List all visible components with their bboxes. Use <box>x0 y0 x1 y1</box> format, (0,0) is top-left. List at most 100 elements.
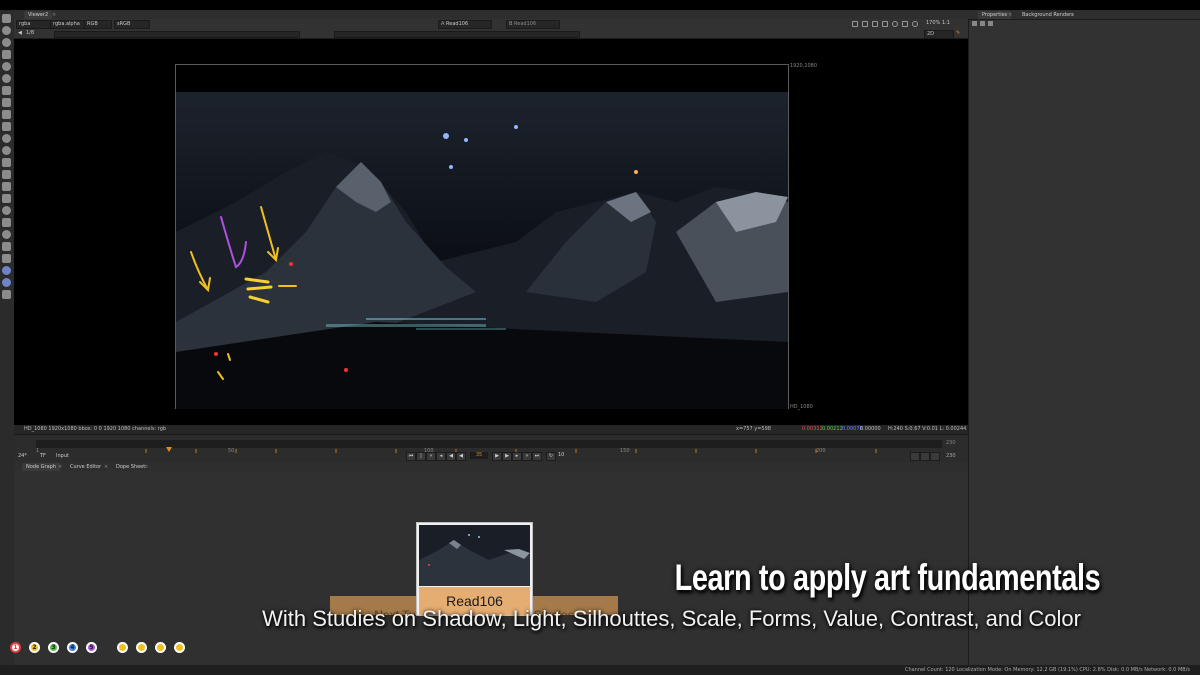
ve-tool-icon[interactable] <box>2 254 11 263</box>
deep-tool-icon[interactable] <box>2 182 11 191</box>
plugin-tool-icon[interactable] <box>2 266 11 275</box>
other-tool-icon[interactable] <box>2 194 11 203</box>
pixel-ratio[interactable]: 1:1 <box>940 20 952 27</box>
air-tool-icon[interactable] <box>2 242 11 251</box>
fwd-increment-icon[interactable]: » <box>522 452 532 461</box>
transform-tool-icon[interactable] <box>2 110 11 119</box>
loop-icon[interactable]: ↻ <box>546 452 556 461</box>
keyer-tool-icon[interactable] <box>2 86 11 95</box>
tf-select[interactable]: TF <box>40 453 46 459</box>
close-icon[interactable]: × <box>52 11 56 19</box>
input-b-label: Read106 <box>514 21 537 27</box>
ofx-tool-icon[interactable] <box>2 230 11 239</box>
float-panel-icon[interactable] <box>988 21 993 26</box>
timeline-track[interactable] <box>36 440 942 453</box>
input-a-select[interactable]: A Read106 <box>438 20 492 29</box>
target-icon[interactable] <box>174 642 185 653</box>
pixel-green-value: 0.00212 <box>822 426 843 432</box>
lut-select[interactable]: sRGB <box>114 20 150 29</box>
pause-icon[interactable] <box>892 21 898 27</box>
rendered-image <box>176 92 788 409</box>
input-range-select[interactable]: Input <box>56 453 69 459</box>
close-icon[interactable]: × <box>58 463 62 471</box>
color-dot-5[interactable]: 5 <box>86 642 97 653</box>
pen-icon[interactable] <box>136 642 147 653</box>
gizmo-tool-icon[interactable] <box>2 278 11 287</box>
clip-icon[interactable] <box>912 21 918 27</box>
tab-background-renders[interactable]: Background Renders <box>1018 11 1078 19</box>
tab-properties[interactable]: Properties <box>978 11 1012 19</box>
close-icon[interactable]: × <box>104 463 108 471</box>
color-dot-4[interactable]: 4 <box>67 642 78 653</box>
format-top-label: 1920,1080 <box>790 63 818 69</box>
skip-end-icon[interactable]: ⏭ <box>532 452 542 461</box>
close-icon[interactable]: × <box>1070 11 1074 19</box>
particles-tool-icon[interactable] <box>2 170 11 179</box>
timeline-end-top: 230 <box>946 440 956 446</box>
timeline-end-frame[interactable]: 230 <box>946 453 956 459</box>
skip-start-icon[interactable]: ⏮ <box>406 452 416 461</box>
channels-select[interactable]: rgba <box>16 20 52 29</box>
back-increment-icon[interactable]: « <box>426 452 436 461</box>
rewind-icon[interactable]: ◀ <box>456 452 466 461</box>
close-icon[interactable]: × <box>1008 11 1012 19</box>
lock-icon[interactable] <box>930 452 940 461</box>
timeline-keyframes <box>145 447 877 453</box>
audio-icon[interactable] <box>920 452 930 461</box>
proxy-icon[interactable] <box>862 21 868 27</box>
alpha-select[interactable]: rgba.alpha <box>50 20 86 29</box>
prev-frame-icon[interactable]: ◀ <box>16 30 24 37</box>
image-tool-icon[interactable] <box>2 14 11 23</box>
play-back-icon[interactable]: ◀ <box>446 452 456 461</box>
close-icon[interactable]: × <box>144 463 148 471</box>
overlay-headline: Learn to apply art fundamentals <box>674 557 1101 598</box>
properties-tab-bar: Properties × Background Renders × <box>968 10 1200 20</box>
time-tool-icon[interactable] <box>2 38 11 47</box>
refresh-icon[interactable] <box>902 21 908 27</box>
gain-icon[interactable] <box>872 21 878 27</box>
3d-tool-icon[interactable] <box>2 122 11 131</box>
tab-viewer[interactable]: Viewer2 <box>24 11 53 19</box>
play-forward-icon[interactable]: ▶ <box>492 452 502 461</box>
toolsets-icon[interactable] <box>2 158 11 167</box>
merge-tool-icon[interactable] <box>2 98 11 107</box>
furnace-tool-icon[interactable] <box>2 206 11 215</box>
metadata-tool-icon[interactable] <box>2 146 11 155</box>
prev-frame-button-icon[interactable]: ◂ <box>436 452 446 461</box>
fast-forward-icon[interactable]: ▶ <box>502 452 512 461</box>
draw-tool-icon[interactable] <box>2 26 11 35</box>
max-panels-icon[interactable] <box>972 21 977 26</box>
color-tool-icon[interactable] <box>2 62 11 71</box>
frame-counter[interactable]: 1/8 <box>24 30 36 37</box>
fps-select[interactable]: 24* <box>18 453 27 459</box>
view-mode-select[interactable]: 2D <box>924 30 954 39</box>
cursor-coords: x=757 y=598 <box>736 426 771 432</box>
input-b-select[interactable]: B Read106 <box>506 20 560 29</box>
undo-icon[interactable] <box>117 642 128 653</box>
color-dot-1[interactable]: 1 <box>10 642 21 653</box>
colorspace-select[interactable]: RGB <box>84 20 112 29</box>
filter-tool-icon[interactable] <box>2 74 11 83</box>
tick-50: 50 <box>228 448 235 454</box>
cache-icon[interactable] <box>910 452 920 461</box>
increment-field[interactable]: 10 <box>558 452 564 459</box>
gamma-icon[interactable] <box>882 21 888 27</box>
prev-key-icon[interactable]: | <box>416 452 426 461</box>
current-frame-field[interactable]: 35 <box>470 452 488 459</box>
tab-curve-editor[interactable]: Curve Editor <box>66 463 106 471</box>
paint-icon[interactable]: ✎ <box>954 30 962 37</box>
format-bottom-label: HD_1080 <box>790 404 813 410</box>
cara-tool-icon[interactable] <box>2 218 11 227</box>
channel-tool-icon[interactable] <box>2 50 11 59</box>
tab-node-graph[interactable]: Node Graph <box>22 463 60 471</box>
color-dot-3[interactable]: 3 <box>48 642 59 653</box>
roi-icon[interactable] <box>852 21 858 27</box>
cat-tool-icon[interactable] <box>2 290 11 299</box>
clear-panels-icon[interactable] <box>980 21 985 26</box>
color-dot-2[interactable]: 2 <box>29 642 40 653</box>
gain-slider[interactable] <box>54 31 300 38</box>
gamma-slider[interactable] <box>334 31 580 38</box>
next-frame-icon[interactable]: ▸ <box>512 452 522 461</box>
views-tool-icon[interactable] <box>2 134 11 143</box>
screen-icon[interactable] <box>155 642 166 653</box>
